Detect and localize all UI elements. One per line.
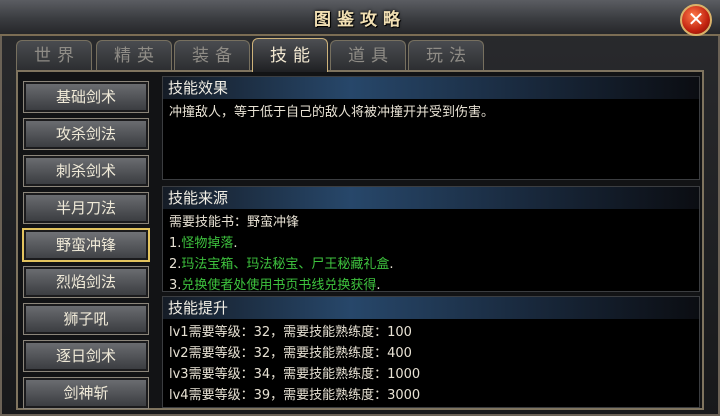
skill-item-selected[interactable]: 野蛮冲锋 [22,228,150,262]
skill-item[interactable]: 剑神斩 [23,377,149,409]
skill-item[interactable]: 半月刀法 [23,192,149,224]
source-book-line: 需要技能书：野蛮冲锋 [169,215,300,230]
source-heading: 技能来源 [163,187,699,209]
window-title: 图鉴攻略 [314,10,406,30]
effect-text: 冲撞敌人，等于低于自己的敌人将被冲撞开并受到伤害。 [169,105,495,120]
upgrade-row: lv4需要等级：39，需要技能熟练度：3000 [169,388,421,403]
upgrade-row: lv2需要等级：32，需要技能熟练度：400 [169,346,412,361]
skill-item[interactable]: 基础剑术 [23,81,149,113]
effect-panel: 技能效果 冲撞敌人，等于低于自己的敌人将被冲撞开并受到伤害。 [162,76,700,180]
tab-elite[interactable]: 精英 [96,40,172,70]
tab-bar: 世界 精英 装备 技能 道具 玩法 [16,38,556,72]
skill-item[interactable]: 逐日剑术 [23,340,149,372]
skill-item[interactable]: 刺杀剑术 [23,155,149,187]
tab-items[interactable]: 道具 [330,40,406,70]
title-bar: 图鉴攻略 [0,0,720,36]
tab-world[interactable]: 世界 [16,40,92,70]
skill-item[interactable]: 狮子吼 [23,303,149,335]
source-item: 2.玛法宝箱、玛法秘宝、尸王秘藏礼盒. [169,257,394,272]
upgrade-row: lv1需要等级：32，需要技能熟练度：100 [169,325,412,340]
upgrade-heading: 技能提升 [163,297,699,319]
skill-list: 基础剑术 攻杀剑法 刺杀剑术 半月刀法 野蛮冲锋 烈焰剑法 狮子吼 逐日剑术 剑… [22,78,150,409]
source-item: 1.怪物掉落. [169,236,238,251]
close-icon: ✕ [687,7,705,31]
effect-heading: 技能效果 [163,77,699,99]
tab-skills[interactable]: 技能 [252,38,328,72]
skill-item[interactable]: 攻杀剑法 [23,118,149,150]
tab-equipment[interactable]: 装备 [174,40,250,70]
upgrade-row: lv3需要等级：34，需要技能熟练度：1000 [169,367,421,382]
source-panel: 技能来源 需要技能书：野蛮冲锋 1.怪物掉落. 2.玛法宝箱、玛法秘宝、尸王秘藏… [162,186,700,293]
upgrade-panel: 技能提升 lv1需要等级：32，需要技能熟练度：100 lv2需要等级：32，需… [162,296,700,408]
source-item: 3.兑换使者处使用书页书线兑换获得. [169,278,381,293]
skill-item[interactable]: 烈焰剑法 [23,266,149,298]
tab-gameplay[interactable]: 玩法 [408,40,484,70]
close-button[interactable]: ✕ [680,4,712,36]
